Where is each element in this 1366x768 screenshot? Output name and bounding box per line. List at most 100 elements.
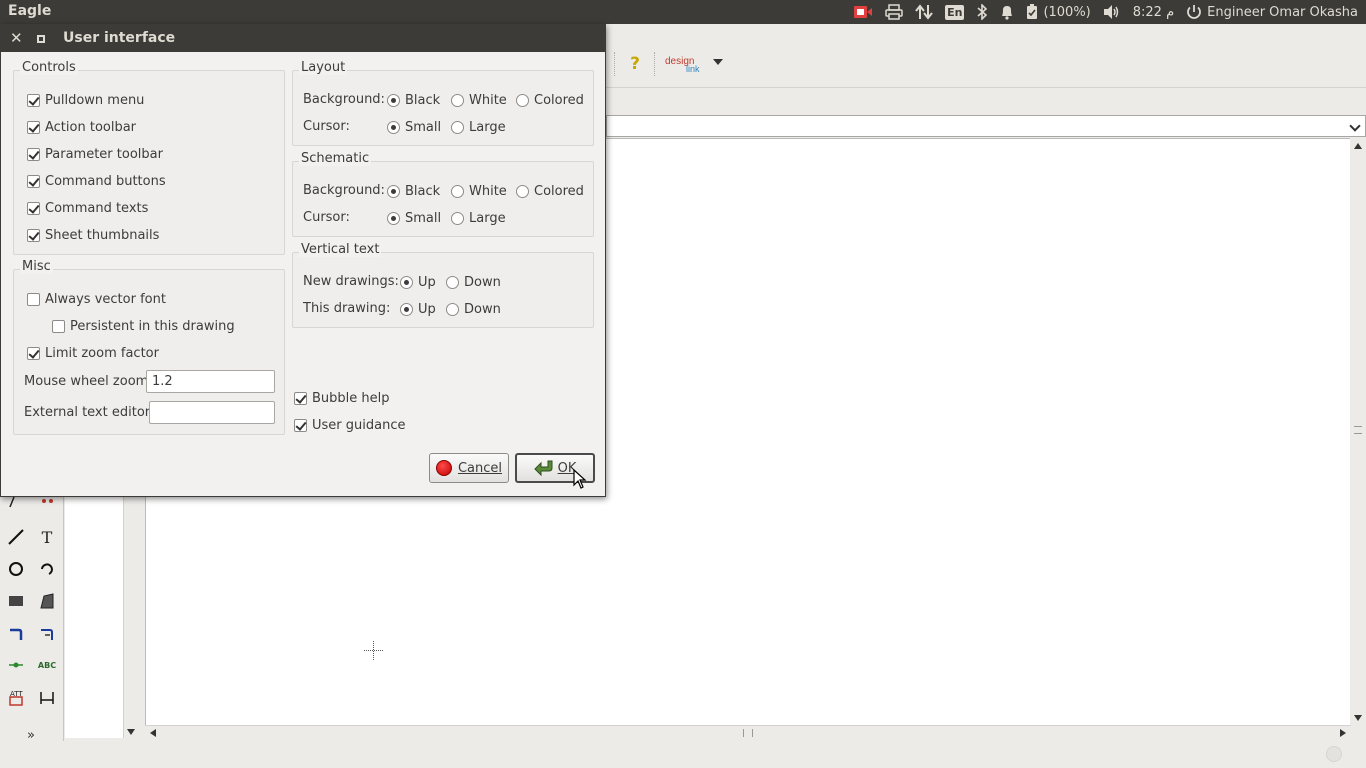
checkbox-sheet-thumbnails[interactable]: Sheet thumbnails [27,226,159,244]
checkbox-persistent-in-drawing[interactable]: Persistent in this drawing [52,317,235,335]
schematic-background-colored-radio[interactable]: Colored [516,182,584,200]
layout-cursor-large-radio[interactable]: Large [451,118,506,136]
checkbox-always-vector-font[interactable]: Always vector font [27,290,166,308]
volume-icon[interactable] [1097,0,1127,24]
chevron-down-icon[interactable] [1349,120,1361,132]
session-menu[interactable]: Engineer Omar Okasha [1180,0,1364,24]
scroll-left-icon[interactable] [150,729,156,737]
checkbox-pulldown-menu[interactable]: Pulldown menu [27,91,144,109]
external-text-editor-input[interactable] [149,401,275,424]
scroll-grip[interactable] [743,729,753,737]
return-arrow-icon [533,460,553,477]
battery-status[interactable]: (100%) [1020,0,1096,24]
toolbar-separator [614,52,616,76]
radio-button[interactable] [446,302,459,316]
checkbox-parameter-toolbar[interactable]: Parameter toolbar [27,145,163,163]
layout-background-black-radio[interactable]: Black [387,91,440,109]
checkbox-box[interactable] [27,120,40,134]
checkbox-box[interactable] [294,418,307,432]
radio-button[interactable] [400,302,413,316]
checkbox-command-texts[interactable]: Command texts [27,199,148,217]
mouse-wheel-zoom-input[interactable] [146,370,275,393]
checkbox-box[interactable] [27,93,40,107]
rectangle-tool-icon[interactable] [5,590,27,612]
schematic-cursor-large-radio[interactable]: Large [451,209,506,227]
clock[interactable]: 8:22 م [1127,0,1180,24]
this-drawing-down-radio[interactable]: Down [446,300,501,318]
polygon-tool-icon[interactable] [36,590,58,612]
text-tool-icon[interactable]: T [36,526,58,548]
radio-button[interactable] [387,93,400,107]
radio-button[interactable] [451,120,464,134]
checkbox-box[interactable] [27,228,40,242]
close-icon[interactable]: ✕ [10,29,23,47]
layout-background-white-radio[interactable]: White [451,91,507,109]
radio-button[interactable] [387,184,400,198]
radio-button[interactable] [516,184,529,198]
checkbox-box[interactable] [27,346,40,360]
label-tool-icon[interactable]: ABC [36,654,58,676]
cancel-button[interactable]: Cancel [429,453,509,483]
system-tray: En (100%) 8:22 م Engineer Omar Okasha [847,0,1366,24]
checkbox-box[interactable] [27,147,40,161]
checkbox-limit-zoom-factor[interactable]: Limit zoom factor [27,344,159,362]
attribute-tool-icon[interactable]: ATT [5,687,27,709]
bus-tool-icon[interactable] [36,623,58,645]
radio-button[interactable] [451,211,464,225]
radio-button[interactable] [387,211,400,225]
circle-tool-icon[interactable] [5,558,27,580]
dimension-tool-icon[interactable] [36,687,58,709]
checkbox-box[interactable] [294,391,307,405]
radio-button[interactable] [451,184,464,198]
arc-tool-icon[interactable] [36,558,58,580]
notification-bell-icon[interactable] [994,0,1020,24]
external-text-editor-label: External text editor [24,405,151,420]
checkbox-bubble-help[interactable]: Bubble help [294,389,390,407]
screen-recorder-icon[interactable] [847,0,879,24]
schematic-background-black-radio[interactable]: Black [387,182,440,200]
keyboard-layout-indicator[interactable]: En [939,0,970,24]
wire-tool-icon[interactable] [5,623,27,645]
scroll-down-icon[interactable] [127,729,135,735]
layout-background-colored-radio[interactable]: Colored [516,91,584,109]
radio-button[interactable] [400,275,413,289]
line-tool-icon[interactable] [5,526,27,548]
bluetooth-icon[interactable] [970,0,994,24]
vertical-scrollbar[interactable] [1350,138,1366,725]
this-drawing-up-radio[interactable]: Up [400,300,436,318]
radio-button[interactable] [516,93,529,107]
network-icon[interactable] [909,0,939,24]
svg-text:link: link [686,64,700,74]
scroll-down-icon[interactable] [1354,715,1362,721]
checkbox-command-buttons[interactable]: Command buttons [27,172,166,190]
horizontal-scrollbar[interactable] [145,725,1351,740]
printer-icon[interactable] [879,0,909,24]
thumbnails-scrollbar[interactable] [123,496,138,738]
new-drawings-down-radio[interactable]: Down [446,273,501,291]
checkbox-user-guidance[interactable]: User guidance [294,416,405,434]
radio-button[interactable] [387,120,400,134]
checkbox-box[interactable] [27,174,40,188]
maximize-icon[interactable] [37,35,45,43]
scroll-right-icon[interactable] [1340,729,1346,737]
schematic-background-white-radio[interactable]: White [451,182,507,200]
new-drawings-up-radio[interactable]: Up [400,273,436,291]
checkbox-box[interactable] [27,201,40,215]
command-toolbar: T ABC ATT [0,496,64,746]
designlink-icon[interactable]: design link [664,52,708,76]
designlink-dropdown-icon[interactable] [713,59,723,65]
junction-tool-icon[interactable] [5,654,27,676]
cancel-button-label: Cancel [457,460,503,476]
checkbox-action-toolbar[interactable]: Action toolbar [27,118,136,136]
scroll-up-icon[interactable] [1354,143,1362,149]
checkbox-box[interactable] [27,292,40,306]
checkbox-box[interactable] [52,319,65,333]
battery-icon [1027,4,1038,19]
scroll-grip[interactable] [1354,426,1362,434]
help-icon[interactable]: ? [624,54,646,76]
schematic-cursor-small-radio[interactable]: Small [387,209,441,227]
radio-button[interactable] [446,275,459,289]
layout-cursor-small-radio[interactable]: Small [387,118,441,136]
radio-button[interactable] [451,93,464,107]
command-line-combo[interactable] [606,115,1366,137]
